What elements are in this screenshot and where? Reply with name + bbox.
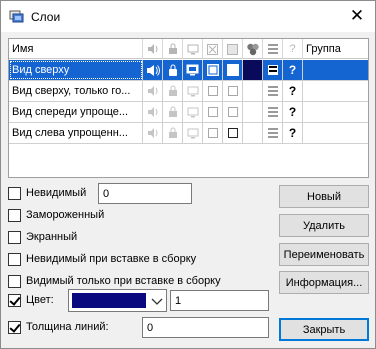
column-header-monitor-icon[interactable] <box>183 39 203 59</box>
help-icon[interactable]: ? <box>283 123 303 143</box>
crossbox-icon[interactable] <box>203 60 223 80</box>
square-icon[interactable] <box>223 102 243 122</box>
lock-icon[interactable] <box>163 123 183 143</box>
line-width-checkbox[interactable] <box>8 320 21 334</box>
frozen-checkbox[interactable] <box>8 208 21 222</box>
crossbox-icon[interactable] <box>203 102 223 122</box>
line-weight-icon[interactable] <box>263 60 283 80</box>
line-weight-icon[interactable] <box>263 102 283 122</box>
layer-info-button[interactable]: Информация... <box>279 271 369 294</box>
layer-name-cell[interactable]: Вид слева упрощенн... <box>9 123 143 143</box>
group-cell[interactable] <box>303 60 368 80</box>
invisible-value-field[interactable]: 0 <box>98 183 192 204</box>
group-cell[interactable] <box>303 123 368 143</box>
color-option[interactable]: Цвет: <box>8 292 54 308</box>
column-header-help-icon[interactable]: ? <box>283 39 303 59</box>
window-title: Слои <box>31 10 61 24</box>
color-swatch <box>72 293 146 308</box>
column-header-group[interactable]: Группа <box>303 39 368 59</box>
table-header: Имя ? Группа <box>9 39 368 59</box>
line-weight-icon[interactable] <box>263 81 283 101</box>
layer-color-swatch[interactable] <box>243 81 263 101</box>
color-dropdown[interactable] <box>68 289 167 312</box>
layer-color-swatch[interactable] <box>243 60 263 80</box>
monitor-icon[interactable] <box>183 81 203 101</box>
layers-app-icon <box>9 10 24 23</box>
line-weight-icon[interactable] <box>263 123 283 143</box>
invisible-label: Невидимый <box>26 187 87 199</box>
column-header-lock-icon[interactable] <box>163 39 183 59</box>
invisible-checkbox[interactable] <box>8 186 21 200</box>
column-header-line-weight-icon[interactable] <box>263 39 283 59</box>
monitor-icon[interactable] <box>183 123 203 143</box>
invisible-option[interactable]: Невидимый <box>8 185 86 201</box>
lock-icon[interactable] <box>163 102 183 122</box>
group-cell[interactable] <box>303 102 368 122</box>
help-icon[interactable]: ? <box>283 102 303 122</box>
help-icon[interactable]: ? <box>283 60 303 80</box>
color-checkbox[interactable] <box>8 293 21 307</box>
screen-option[interactable]: Экранный <box>8 229 77 245</box>
line-width-label: Толщина линий: <box>26 321 109 333</box>
table-row[interactable]: Вид спереди упроще... ? <box>9 102 368 123</box>
column-header-crossbox-icon[interactable] <box>203 39 223 59</box>
visible-only-on-insert-label: Видимый только при вставке в сборку <box>26 275 221 287</box>
invisible-on-insert-checkbox[interactable] <box>8 252 21 266</box>
table-row[interactable]: Вид сверху ? <box>9 60 368 81</box>
column-header-square-icon[interactable] <box>223 39 243 59</box>
color-label: Цвет: <box>26 294 54 306</box>
frozen-label: Замороженный <box>26 209 105 221</box>
column-header-sound-icon[interactable] <box>143 39 163 59</box>
sound-icon[interactable] <box>143 102 163 122</box>
lock-icon[interactable] <box>163 60 183 80</box>
layer-color-swatch[interactable] <box>243 102 263 122</box>
table-row[interactable]: Вид слева упрощенн... ? <box>9 123 368 144</box>
layer-color-swatch[interactable] <box>243 123 263 143</box>
rename-layer-button[interactable]: Переименовать <box>279 243 369 266</box>
close-button[interactable]: Закрыть <box>279 318 369 341</box>
sound-icon[interactable] <box>143 123 163 143</box>
line-width-option[interactable]: Толщина линий: <box>8 319 109 335</box>
visible-only-on-insert-checkbox[interactable] <box>8 274 21 288</box>
delete-layer-button[interactable]: Удалить <box>279 214 369 237</box>
visible-only-on-insert-option[interactable]: Видимый только при вставке в сборку <box>8 273 221 289</box>
monitor-icon[interactable] <box>183 102 203 122</box>
column-header-color-circles-icon[interactable] <box>243 39 263 59</box>
sound-icon[interactable] <box>143 60 163 80</box>
crossbox-icon[interactable] <box>203 81 223 101</box>
invisible-on-insert-label: Невидимый при вставке в сборку <box>26 253 197 265</box>
crossbox-icon[interactable] <box>203 123 223 143</box>
layers-table[interactable]: Имя ? Группа Вид сверху ? Вид сверху, то… <box>8 38 369 178</box>
sound-icon[interactable] <box>143 81 163 101</box>
title-bar: Слои ✕ <box>1 1 375 32</box>
layer-name-cell[interactable]: Вид спереди упроще... <box>9 102 143 122</box>
square-icon[interactable] <box>223 60 243 80</box>
monitor-icon[interactable] <box>183 60 203 80</box>
color-index-field[interactable]: 1 <box>170 290 269 311</box>
layer-name-cell[interactable]: Вид сверху <box>9 60 143 80</box>
table-row[interactable]: Вид сверху, только го... ? <box>9 81 368 102</box>
square-icon[interactable] <box>223 81 243 101</box>
layers-dialog: Слои ✕ Имя ? Группа Вид сверху ? Вид све… <box>0 0 376 349</box>
frozen-option[interactable]: Замороженный <box>8 207 104 223</box>
group-cell[interactable] <box>303 81 368 101</box>
line-width-field[interactable]: 0 <box>142 317 269 338</box>
screen-checkbox[interactable] <box>8 230 21 244</box>
column-header-name[interactable]: Имя <box>9 39 143 59</box>
square-icon[interactable] <box>223 123 243 143</box>
help-icon[interactable]: ? <box>283 81 303 101</box>
close-window-button[interactable]: ✕ <box>341 2 373 30</box>
new-layer-button[interactable]: Новый <box>279 185 369 208</box>
close-icon: ✕ <box>349 6 365 25</box>
chevron-down-icon[interactable] <box>149 292 165 310</box>
screen-label: Экранный <box>26 231 78 243</box>
invisible-on-insert-option[interactable]: Невидимый при вставке в сборку <box>8 251 196 267</box>
lock-icon[interactable] <box>163 81 183 101</box>
layer-name-cell[interactable]: Вид сверху, только го... <box>9 81 143 101</box>
